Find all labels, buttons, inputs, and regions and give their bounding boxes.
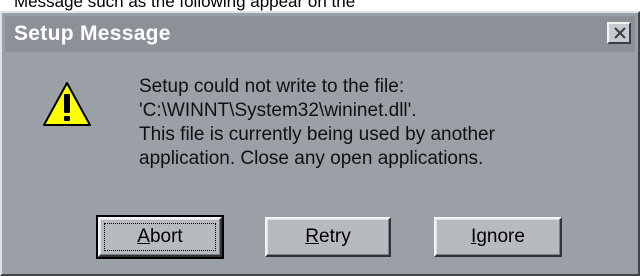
ignore-label-rest: gnore (476, 226, 525, 247)
message-line: This file is currently being used by ano… (139, 124, 495, 145)
retry-label-rest: etry (319, 226, 351, 247)
setup-message-dialog: Setup Message Setup could not write to t… (0, 11, 640, 276)
message-line: application. Close any open applications… (139, 148, 484, 169)
message-text: Setup could not write to the file: 'C:\W… (139, 75, 599, 171)
title-bar[interactable]: Setup Message (5, 16, 635, 52)
retry-mnemonic: R (305, 226, 320, 247)
close-icon (614, 27, 626, 39)
dialog-title: Setup Message (14, 22, 171, 45)
abort-button[interactable]: Abort (96, 215, 224, 259)
message-line: 'C:\WINNT\System32\wininet.dll'. (139, 100, 417, 121)
abort-label-rest: bort (149, 226, 183, 247)
close-button[interactable] (607, 22, 631, 44)
abort-mnemonic: A (137, 226, 150, 247)
ignore-button[interactable]: Ignore (434, 217, 562, 257)
retry-button[interactable]: Retry (265, 217, 391, 257)
message-line: Setup could not write to the file: (139, 76, 405, 97)
warning-icon (43, 82, 91, 126)
